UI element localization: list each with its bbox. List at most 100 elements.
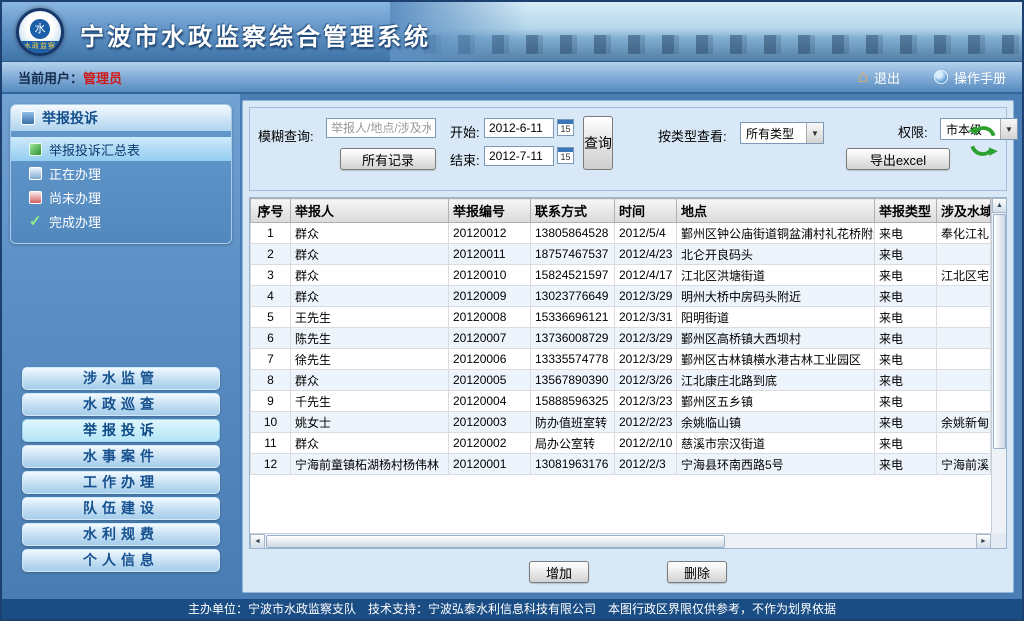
table-cell: 8 [251,370,291,391]
sidebar-nav-button[interactable]: 水事案件 [22,445,220,468]
end-date-input[interactable] [484,146,554,166]
search-button[interactable]: 查询 [583,116,613,170]
scroll-right-arrow[interactable]: ► [976,534,991,549]
type-select-value: 所有类型 [746,125,794,142]
logout-button[interactable]: ⌂ 退出 [858,68,900,87]
table-cell: 姚女士 [291,412,449,433]
table-row[interactable]: 6陈先生20120007137360087292012/3/29鄞州区高桥镇大西… [251,328,991,349]
table-cell: 鄞州区五乡镇 [677,391,875,412]
sidebar-nav-button[interactable]: 举报投诉 [22,419,220,442]
table-cell: 鄞州区高桥镇大西坝村 [677,328,875,349]
table-row[interactable]: 12宁海前童镇柘湖杨村杨伟林20120001130819631762012/2/… [251,454,991,475]
table-row[interactable]: 5王先生20120008153366961212012/3/31阳明街道来电 [251,307,991,328]
table-cell: 王先生 [291,307,449,328]
table-cell: 2012/3/29 [615,328,677,349]
table-row[interactable]: 9千先生20120004158885963252012/3/23鄞州区五乡镇来电 [251,391,991,412]
sidebar-menu-label: 尚未办理 [49,188,101,207]
table-row[interactable]: 4群众20120009130237766492012/3/29明州大桥中房码头附… [251,286,991,307]
table-cell: 宁海前溪 [937,454,991,475]
table-cell: 鄞州区古林镇横水港古林工业园区 [677,349,875,370]
table-cell: 15824521597 [531,265,615,286]
table-cell [937,391,991,412]
app-logo: 水 水政监察 [16,8,64,56]
table-cell: 2012/3/29 [615,349,677,370]
table-body: 1群众20120012138058645282012/5/4鄞州区钟公庙街道铜盆… [251,223,991,475]
table-cell: 18757467537 [531,244,615,265]
sidebar-nav: 涉水监管水政巡查举报投诉水事案件工作办理队伍建设水利规费个人信息 [10,364,232,575]
table-row[interactable]: 7徐先生20120006133355747782012/3/29鄞州区古林镇横水… [251,349,991,370]
table-row[interactable]: 2群众20120011187574675372012/4/23北仑开良码头来电 [251,244,991,265]
table-cell [937,370,991,391]
horizontal-scrollbar[interactable]: ◄ ► [250,533,991,548]
table-cell: 2012/4/17 [615,265,677,286]
vertical-scrollbar-thumb[interactable] [993,214,1006,449]
sidebar-nav-button[interactable]: 水政巡查 [22,393,220,416]
table-cell: 20120008 [449,307,531,328]
table-cell [937,349,991,370]
refresh-icon[interactable] [966,124,1000,158]
permission-label: 权限: [898,122,928,141]
sidebar-menu-item[interactable]: 尚未办理 [11,185,231,209]
calendar-icon[interactable]: 15 [557,119,574,136]
scroll-left-arrow[interactable]: ◄ [250,534,265,549]
fuzzy-search-input[interactable] [326,118,436,138]
user-bar-actions: ⌂ 退出 操作手册 [858,68,1006,87]
export-excel-button[interactable]: 导出excel [846,148,950,170]
table-cell: 2012/2/10 [615,433,677,454]
table-cell: 2012/2/23 [615,412,677,433]
delete-button[interactable]: 删除 [667,561,727,583]
table-cell: 奉化江礼 [937,223,991,244]
start-date-label: 开始: [450,122,480,141]
table-cell: 鄞州区钟公庙街道铜盆浦村礼花桥附近 [677,223,875,244]
sidebar-nav-button[interactable]: 涉水监管 [22,367,220,390]
table-cell: 13567890390 [531,370,615,391]
sidebar-menu-label: 举报投诉汇总表 [49,140,140,159]
vertical-scrollbar[interactable]: ▲ [991,198,1006,533]
sidebar-nav-button[interactable]: 水利规费 [22,523,220,546]
table-cell [937,307,991,328]
table-cell: 7 [251,349,291,370]
sidebar-nav-button[interactable]: 工作办理 [22,471,220,494]
table-row[interactable]: 10姚女士20120003防办值班室转2012/2/23余姚临山镇来电余姚新甸 [251,412,991,433]
column-header: 举报人 [291,199,449,223]
table-cell: 群众 [291,223,449,244]
table-row[interactable]: 3群众20120010158245215972012/4/17江北区洪塘街道来电… [251,265,991,286]
type-select[interactable]: 所有类型 ▼ [740,122,824,144]
sidebar-menu-item[interactable]: 举报投诉汇总表 [11,137,231,161]
table-cell: 2012/3/23 [615,391,677,412]
table-cell: 群众 [291,286,449,307]
add-button[interactable]: 增加 [529,561,589,583]
scroll-up-arrow[interactable]: ▲ [992,198,1007,213]
main-content: 模糊查询: 所有记录 开始: 15 结束: 15 查询 按类型查看: 所有类型 … [242,100,1014,593]
table-cell: 来电 [875,265,937,286]
table-row[interactable]: 8群众20120005135678903902012/3/26江北康庄北路到底来… [251,370,991,391]
table-cell [937,244,991,265]
column-header: 地点 [677,199,875,223]
table-cell: 防办值班室转 [531,412,615,433]
sidebar-nav-button[interactable]: 个人信息 [22,549,220,572]
horizontal-scrollbar-thumb[interactable] [266,535,725,548]
table-cell: 徐先生 [291,349,449,370]
done-icon: ✓ [29,215,42,228]
app-title: 宁波市水政监察综合管理系统 [80,17,431,52]
manual-button[interactable]: 操作手册 [934,68,1006,87]
start-date-input[interactable] [484,118,554,138]
sidebar-nav-button[interactable]: 队伍建设 [22,497,220,520]
column-header: 举报编号 [449,199,531,223]
sidebar-menu-item[interactable]: 正在办理 [11,161,231,185]
table-cell: 9 [251,391,291,412]
table-row[interactable]: 1群众20120012138058645282012/5/4鄞州区钟公庙街道铜盆… [251,223,991,244]
column-header: 举报类型 [875,199,937,223]
table-cell: 20120004 [449,391,531,412]
column-header: 时间 [615,199,677,223]
table-row[interactable]: 11群众20120002局办公室转2012/2/10慈溪市宗汉街道来电 [251,433,991,454]
sidebar-menu-item[interactable]: ✓完成办理 [11,209,231,233]
table-cell: 2012/3/31 [615,307,677,328]
table-cell: 5 [251,307,291,328]
calendar-icon[interactable]: 15 [557,147,574,164]
table-cell: 来电 [875,223,937,244]
book-icon [934,70,948,84]
table-cell: 15888596325 [531,391,615,412]
table-cell: 20120012 [449,223,531,244]
all-records-button[interactable]: 所有记录 [340,148,436,170]
